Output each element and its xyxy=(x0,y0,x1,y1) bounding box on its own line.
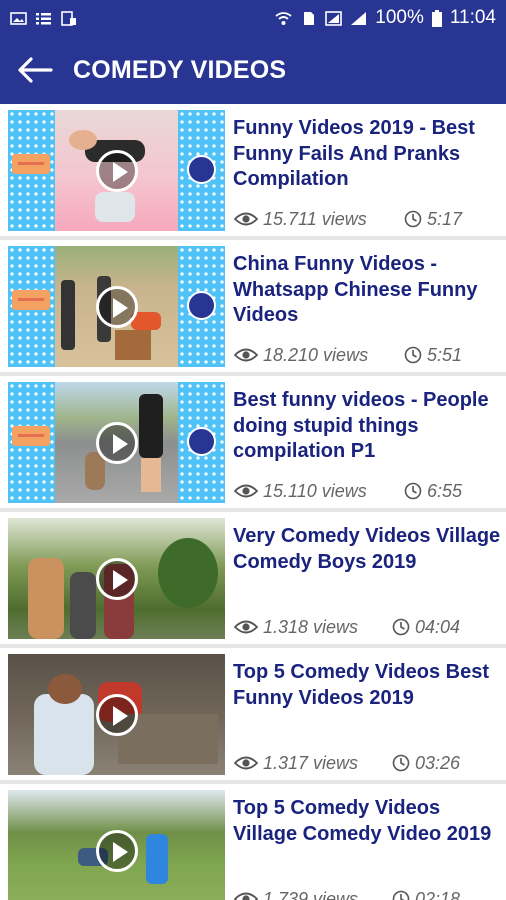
play-icon[interactable] xyxy=(95,693,138,736)
page-title: COMEDY VIDEOS xyxy=(73,55,287,84)
data-signal-icon xyxy=(325,10,343,26)
video-duration: 04:04 xyxy=(392,616,460,638)
video-title[interactable]: Very Comedy Videos Village Comedy Boys 2… xyxy=(233,524,501,575)
channel-badge xyxy=(12,154,50,174)
video-list-item[interactable]: Best funny videos - People doing stupid … xyxy=(0,376,506,508)
view-count: 1.317 views xyxy=(234,752,358,774)
video-list[interactable]: Funny Videos 2019 - Best Funny Fails And… xyxy=(0,104,506,900)
clock-time: 11:04 xyxy=(449,7,496,28)
video-title[interactable]: Top 5 Comedy Videos Best Funny Videos 20… xyxy=(233,660,501,711)
signal-strength-icon xyxy=(351,11,367,25)
video-list-item[interactable]: Top 5 Comedy Videos Village Comedy Video… xyxy=(0,784,506,900)
view-count: 18.210 views xyxy=(234,344,368,366)
video-title[interactable]: China Funny Videos - Whatsapp Chinese Fu… xyxy=(233,252,501,329)
video-title[interactable]: Top 5 Comedy Videos Village Comedy Video… xyxy=(233,796,501,847)
view-count-text: 15.711 views xyxy=(263,208,367,229)
status-bar: 100% 11:04 xyxy=(0,0,506,36)
view-count: 1.739 views xyxy=(234,888,358,900)
thumbnail-frame-left xyxy=(8,110,55,231)
verified-badge-icon xyxy=(187,155,216,184)
eye-icon xyxy=(234,348,258,362)
thumbnail-frame-right xyxy=(178,382,225,503)
video-thumbnail[interactable] xyxy=(8,518,225,639)
play-icon[interactable] xyxy=(95,829,138,872)
view-count-text: 1.318 views xyxy=(263,616,359,637)
channel-badge xyxy=(12,426,50,446)
view-count-text: 15.110 views xyxy=(263,480,367,501)
thumbnail-frame-left xyxy=(8,382,55,503)
video-duration: 03:26 xyxy=(392,752,460,774)
channel-badge xyxy=(12,290,50,310)
duration-text: 6:55 xyxy=(427,480,463,501)
video-duration: 6:55 xyxy=(404,480,462,502)
duration-text: 04:04 xyxy=(415,616,461,637)
video-thumbnail[interactable] xyxy=(8,382,225,503)
view-count: 15.711 views xyxy=(234,208,367,230)
duration-text: 02:18 xyxy=(415,888,461,900)
battery-percentage: 100% xyxy=(375,7,424,28)
battery-icon xyxy=(431,9,442,27)
video-duration: 02:18 xyxy=(392,888,460,900)
list-notification-icon xyxy=(36,12,51,24)
thumbnail-frame-left xyxy=(8,246,55,367)
play-icon[interactable] xyxy=(95,557,138,600)
view-count: 1.318 views xyxy=(234,616,358,638)
arrow-left-icon xyxy=(18,57,53,83)
verified-badge-icon xyxy=(187,427,216,456)
video-thumbnail[interactable] xyxy=(8,246,225,367)
video-title[interactable]: Best funny videos - People doing stupid … xyxy=(233,388,501,465)
sim-icon xyxy=(304,11,315,25)
play-icon[interactable] xyxy=(95,285,138,328)
thumbnail-frame-right xyxy=(178,110,225,231)
video-thumbnail[interactable] xyxy=(8,654,225,775)
play-icon[interactable] xyxy=(95,149,138,192)
wifi-icon xyxy=(275,11,292,25)
view-count: 15.110 views xyxy=(234,480,367,502)
clock-icon xyxy=(404,482,422,500)
clock-icon xyxy=(404,210,422,228)
video-thumbnail[interactable] xyxy=(8,790,225,900)
back-button[interactable] xyxy=(0,36,70,104)
notification-icons xyxy=(10,10,77,26)
video-thumbnail[interactable] xyxy=(8,110,225,231)
view-count-text: 1.317 views xyxy=(263,752,359,773)
clock-icon xyxy=(392,754,410,772)
eye-icon xyxy=(234,212,258,226)
thumbnail-frame-right xyxy=(178,246,225,367)
document-notification-icon xyxy=(61,10,76,26)
eye-icon xyxy=(234,756,258,770)
eye-icon xyxy=(234,892,258,900)
app-toolbar: COMEDY VIDEOS xyxy=(0,36,506,104)
duration-text: 5:17 xyxy=(427,208,463,229)
video-list-item[interactable]: Very Comedy Videos Village Comedy Boys 2… xyxy=(0,512,506,644)
eye-icon xyxy=(234,620,258,634)
eye-icon xyxy=(234,484,258,498)
clock-icon xyxy=(392,890,410,900)
video-list-item[interactable]: Funny Videos 2019 - Best Funny Fails And… xyxy=(0,104,506,236)
image-notification-icon xyxy=(10,11,27,25)
video-title[interactable]: Funny Videos 2019 - Best Funny Fails And… xyxy=(233,116,501,193)
clock-icon xyxy=(404,346,422,364)
play-icon[interactable] xyxy=(95,421,138,464)
view-count-text: 18.210 views xyxy=(263,344,369,365)
video-list-item[interactable]: China Funny Videos - Whatsapp Chinese Fu… xyxy=(0,240,506,372)
duration-text: 5:51 xyxy=(427,344,463,365)
duration-text: 03:26 xyxy=(415,752,461,773)
video-duration: 5:17 xyxy=(404,208,462,230)
video-duration: 5:51 xyxy=(404,344,462,366)
verified-badge-icon xyxy=(187,291,216,320)
system-indicators: 100% 11:04 xyxy=(275,7,496,29)
video-list-item[interactable]: Top 5 Comedy Videos Best Funny Videos 20… xyxy=(0,648,506,780)
view-count-text: 1.739 views xyxy=(263,888,359,900)
clock-icon xyxy=(392,618,410,636)
